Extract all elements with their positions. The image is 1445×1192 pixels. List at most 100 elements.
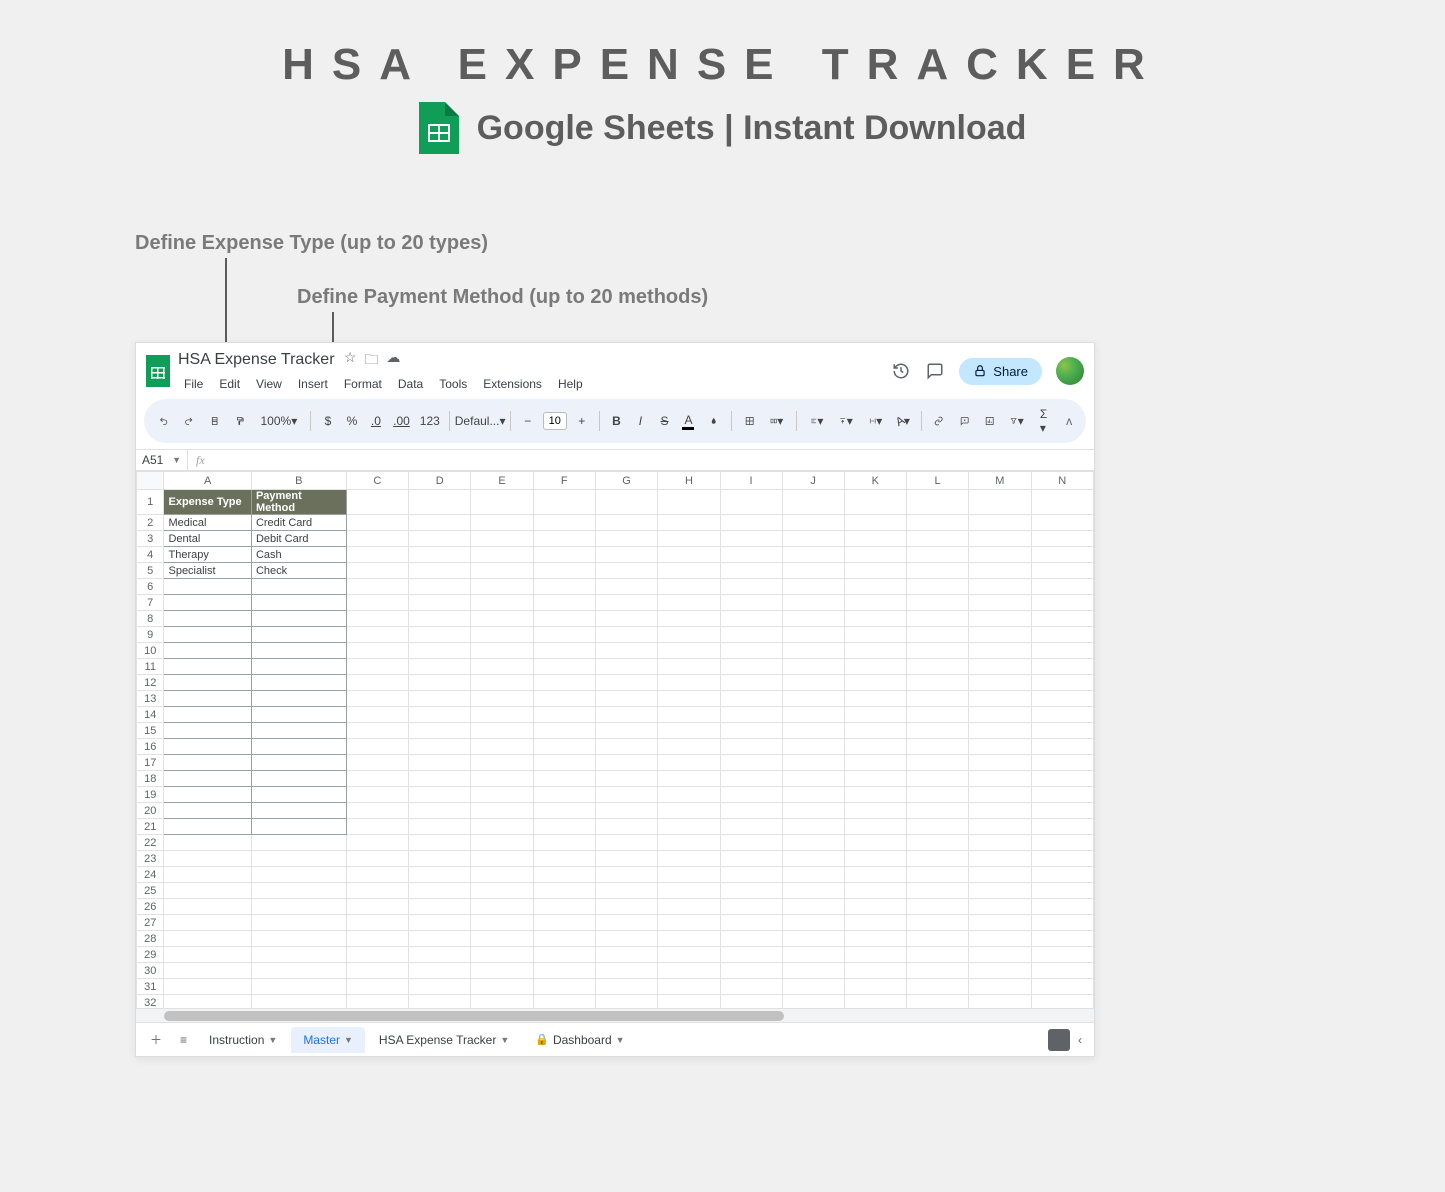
cell-E8[interactable] xyxy=(471,611,533,627)
cell-H13[interactable] xyxy=(658,691,720,707)
cell-A22[interactable] xyxy=(164,835,251,851)
chevron-down-icon[interactable]: ▼ xyxy=(616,1035,625,1045)
cell-L22[interactable] xyxy=(906,835,968,851)
all-sheets-button[interactable]: ≡ xyxy=(172,1027,195,1053)
cell-E23[interactable] xyxy=(471,851,533,867)
cell-C26[interactable] xyxy=(346,899,408,915)
cell-K20[interactable] xyxy=(844,803,906,819)
redo-button[interactable] xyxy=(179,410,198,432)
cell-M9[interactable] xyxy=(969,627,1031,643)
cell-C21[interactable] xyxy=(346,819,408,835)
cell-A13[interactable] xyxy=(164,691,251,707)
explore-button[interactable] xyxy=(1048,1029,1070,1051)
cell-M31[interactable] xyxy=(969,979,1031,995)
cell-K22[interactable] xyxy=(844,835,906,851)
cell-E7[interactable] xyxy=(471,595,533,611)
menu-help[interactable]: Help xyxy=(552,375,589,393)
cell-A18[interactable] xyxy=(164,771,251,787)
cell-D15[interactable] xyxy=(409,723,471,739)
cell-I32[interactable] xyxy=(720,995,782,1009)
cell-L18[interactable] xyxy=(906,771,968,787)
cell-C23[interactable] xyxy=(346,851,408,867)
cell-I7[interactable] xyxy=(720,595,782,611)
cell-G1[interactable] xyxy=(595,490,657,515)
cell-M15[interactable] xyxy=(969,723,1031,739)
cell-I24[interactable] xyxy=(720,867,782,883)
link-button[interactable] xyxy=(929,410,948,432)
cell-I23[interactable] xyxy=(720,851,782,867)
cell-M23[interactable] xyxy=(969,851,1031,867)
cell-H9[interactable] xyxy=(658,627,720,643)
cell-L32[interactable] xyxy=(906,995,968,1009)
cell-B16[interactable] xyxy=(251,739,346,755)
cell-C30[interactable] xyxy=(346,963,408,979)
cell-J24[interactable] xyxy=(782,867,844,883)
cell-G25[interactable] xyxy=(595,883,657,899)
cell-A17[interactable] xyxy=(164,755,251,771)
cell-J13[interactable] xyxy=(782,691,844,707)
cell-C24[interactable] xyxy=(346,867,408,883)
menu-extensions[interactable]: Extensions xyxy=(477,375,548,393)
cell-E16[interactable] xyxy=(471,739,533,755)
cell-J11[interactable] xyxy=(782,659,844,675)
cell-B20[interactable] xyxy=(251,803,346,819)
cell-I17[interactable] xyxy=(720,755,782,771)
cell-F20[interactable] xyxy=(533,803,595,819)
cell-M22[interactable] xyxy=(969,835,1031,851)
cell-E9[interactable] xyxy=(471,627,533,643)
row-header-18[interactable]: 18 xyxy=(137,771,164,787)
cell-M7[interactable] xyxy=(969,595,1031,611)
doc-title[interactable]: HSA Expense Tracker xyxy=(178,351,335,369)
cell-F22[interactable] xyxy=(533,835,595,851)
cell-J26[interactable] xyxy=(782,899,844,915)
cell-N21[interactable] xyxy=(1031,819,1093,835)
col-header-I[interactable]: I xyxy=(720,472,782,490)
cell-E30[interactable] xyxy=(471,963,533,979)
cell-H25[interactable] xyxy=(658,883,720,899)
cell-M8[interactable] xyxy=(969,611,1031,627)
col-header-D[interactable]: D xyxy=(409,472,471,490)
cell-J2[interactable] xyxy=(782,515,844,531)
cell-J8[interactable] xyxy=(782,611,844,627)
cell-E31[interactable] xyxy=(471,979,533,995)
cell-H5[interactable] xyxy=(658,563,720,579)
horizontal-scrollbar[interactable] xyxy=(136,1008,1094,1022)
cell-A3[interactable]: Dental xyxy=(164,531,251,547)
cell-K24[interactable] xyxy=(844,867,906,883)
cell-B19[interactable] xyxy=(251,787,346,803)
cell-M5[interactable] xyxy=(969,563,1031,579)
cell-F16[interactable] xyxy=(533,739,595,755)
cell-L7[interactable] xyxy=(906,595,968,611)
row-header-16[interactable]: 16 xyxy=(137,739,164,755)
cell-N24[interactable] xyxy=(1031,867,1093,883)
cell-H6[interactable] xyxy=(658,579,720,595)
cell-C10[interactable] xyxy=(346,643,408,659)
menu-edit[interactable]: Edit xyxy=(213,375,246,393)
cell-A10[interactable] xyxy=(164,643,251,659)
cell-F7[interactable] xyxy=(533,595,595,611)
cell-H29[interactable] xyxy=(658,947,720,963)
cell-H32[interactable] xyxy=(658,995,720,1009)
cell-A11[interactable] xyxy=(164,659,251,675)
cell-D23[interactable] xyxy=(409,851,471,867)
cell-D9[interactable] xyxy=(409,627,471,643)
cell-I26[interactable] xyxy=(720,899,782,915)
cell-L23[interactable] xyxy=(906,851,968,867)
cell-F26[interactable] xyxy=(533,899,595,915)
cell-A4[interactable]: Therapy xyxy=(164,547,251,563)
cell-I4[interactable] xyxy=(720,547,782,563)
cell-E22[interactable] xyxy=(471,835,533,851)
print-button[interactable] xyxy=(205,410,224,432)
insert-chart-button[interactable] xyxy=(980,410,999,432)
cell-I11[interactable] xyxy=(720,659,782,675)
cell-I21[interactable] xyxy=(720,819,782,835)
cell-K16[interactable] xyxy=(844,739,906,755)
cell-H26[interactable] xyxy=(658,899,720,915)
cell-M21[interactable] xyxy=(969,819,1031,835)
cell-K4[interactable] xyxy=(844,547,906,563)
cell-A2[interactable]: Medical xyxy=(164,515,251,531)
cell-B30[interactable] xyxy=(251,963,346,979)
cell-K12[interactable] xyxy=(844,675,906,691)
cell-M32[interactable] xyxy=(969,995,1031,1009)
cell-A25[interactable] xyxy=(164,883,251,899)
